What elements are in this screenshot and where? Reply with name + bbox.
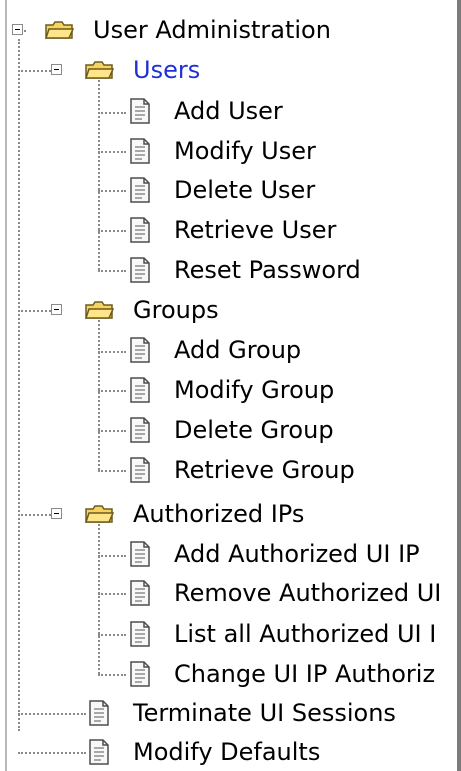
list-authorized-ip-line: [98, 634, 126, 636]
add-group-line: [98, 351, 126, 353]
retrieve-group-line: [98, 470, 126, 472]
document-icon: [130, 217, 150, 243]
delete-group-label[interactable]: Delete Group: [174, 416, 334, 444]
document-icon: [89, 739, 109, 765]
root-label[interactable]: User Administration: [93, 16, 331, 44]
reset-password-label[interactable]: Reset Password: [174, 256, 361, 284]
document-icon: [130, 138, 150, 164]
users-branch-line: [18, 70, 55, 72]
users-collapse-toggle[interactable]: [51, 64, 62, 75]
document-icon: [130, 457, 150, 483]
admin-tree-panel: User Administration Users Add User Modif…: [0, 0, 461, 771]
document-icon: [130, 337, 150, 363]
modify-group-label[interactable]: Modify Group: [174, 376, 334, 404]
remove-authorized-ip-label[interactable]: Remove Authorized UI: [174, 579, 441, 607]
user-administration-tree: User Administration Users Add User Modif…: [0, 0, 461, 771]
retrieve-user-line: [98, 230, 126, 232]
change-authorized-ip-label[interactable]: Change UI IP Authoriz: [174, 660, 435, 688]
document-icon: [130, 257, 150, 283]
modify-defaults-label[interactable]: Modify Defaults: [133, 738, 320, 766]
document-icon: [130, 541, 150, 567]
retrieve-group-label[interactable]: Retrieve Group: [174, 456, 355, 484]
document-icon: [130, 417, 150, 443]
document-icon: [130, 621, 150, 647]
delete-group-line: [98, 430, 126, 432]
root-collapse-toggle[interactable]: [12, 24, 23, 35]
folder-open-icon: [44, 21, 74, 39]
add-group-label[interactable]: Add Group: [174, 336, 301, 364]
users-label[interactable]: Users: [133, 56, 200, 84]
document-icon: [130, 98, 150, 124]
groups-label[interactable]: Groups: [133, 296, 219, 324]
authorized-ips-collapse-toggle[interactable]: [51, 508, 62, 519]
groups-child-connector: [98, 320, 100, 470]
authorized-ips-child-connector: [98, 524, 100, 674]
add-authorized-ip-line: [98, 555, 126, 557]
retrieve-user-label[interactable]: Retrieve User: [174, 216, 336, 244]
document-icon: [130, 377, 150, 403]
change-authorized-ip-line: [98, 674, 126, 676]
authorized-ips-label[interactable]: Authorized IPs: [133, 500, 304, 528]
modify-defaults-branch-line: [18, 752, 86, 754]
add-user-line: [98, 112, 126, 114]
add-user-label[interactable]: Add User: [174, 97, 283, 125]
list-authorized-ip-label[interactable]: List all Authorized UI I: [174, 620, 436, 648]
root-connector: [18, 39, 20, 731]
groups-branch-line: [18, 310, 55, 312]
users-child-connector: [98, 80, 100, 270]
groups-collapse-toggle[interactable]: [51, 304, 62, 315]
authorized-ips-branch-line: [18, 514, 55, 516]
folder-open-icon: [84, 505, 114, 523]
modify-user-line: [98, 151, 126, 153]
reset-password-line: [98, 270, 126, 272]
delete-user-line: [98, 190, 126, 192]
terminate-sessions-label[interactable]: Terminate UI Sessions: [133, 699, 396, 727]
add-authorized-ip-label[interactable]: Add Authorized UI IP: [174, 540, 420, 568]
modify-user-label[interactable]: Modify User: [174, 137, 316, 165]
document-icon: [89, 700, 109, 726]
document-icon: [130, 661, 150, 687]
remove-authorized-ip-line: [98, 593, 126, 595]
delete-user-label[interactable]: Delete User: [174, 176, 315, 204]
terminate-branch-line: [18, 713, 86, 715]
folder-open-icon: [84, 301, 114, 319]
folder-open-icon: [84, 61, 114, 79]
document-icon: [130, 177, 150, 203]
document-icon: [130, 580, 150, 606]
modify-group-line: [98, 390, 126, 392]
